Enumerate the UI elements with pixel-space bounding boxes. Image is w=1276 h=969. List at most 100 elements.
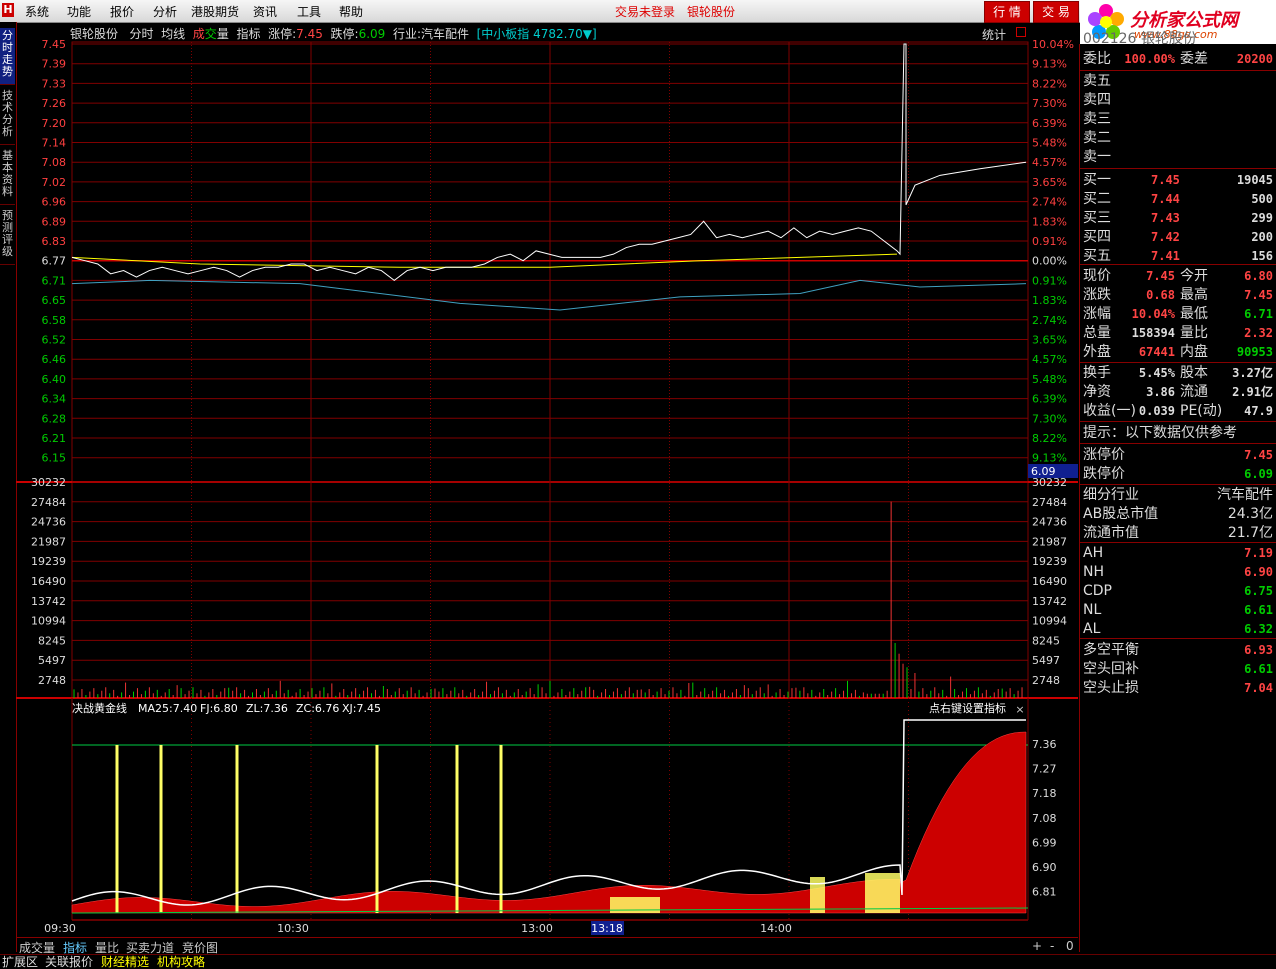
- pivot-row: AL 6.32: [1083, 620, 1275, 639]
- indicator-title-label: 决战黄金线: [72, 701, 127, 715]
- signal-spike: [115, 745, 119, 913]
- mode-intraday[interactable]: 分时: [129, 27, 153, 41]
- quote-row: 涨幅 10.04% 最低 6.71: [1083, 305, 1275, 324]
- tab-intraday[interactable]: 分时走势: [0, 28, 15, 85]
- panel-value: 7.19: [1244, 546, 1273, 560]
- limit-up-value: 7.45: [296, 27, 323, 41]
- trade-button[interactable]: 交 易: [1033, 1, 1079, 23]
- panel-value: 卖三: [1083, 111, 1111, 127]
- info-stock-name: 银轮股份: [70, 27, 119, 41]
- panel-separator: [1080, 484, 1276, 485]
- expand-icon[interactable]: [1016, 27, 1026, 37]
- panel-value: 6.90: [1244, 565, 1273, 579]
- sell-level-row: 卖一: [1083, 148, 1275, 167]
- tab-fundamentals[interactable]: 基本资料: [0, 148, 15, 205]
- stats-button[interactable]: 统计: [982, 26, 1006, 43]
- status-institution[interactable]: 机构攻略: [157, 955, 205, 969]
- close-indicator-icon[interactable]: ×: [1015, 703, 1024, 716]
- vol-tick-right: 16490: [1032, 575, 1067, 588]
- status-ext-area[interactable]: 扩展区: [2, 955, 38, 969]
- pct-tick-right: 9.13%: [1032, 58, 1067, 71]
- panel-value: 委差: [1180, 51, 1208, 67]
- panel-value: 买一: [1083, 172, 1111, 188]
- mode-volume-part3: 量: [216, 27, 229, 41]
- pct-tick-right: 2.74%: [1032, 196, 1067, 209]
- price-tick-left: 6.96: [42, 196, 67, 209]
- panel-value: 最高: [1180, 287, 1208, 303]
- price-tick-left: 7.08: [42, 156, 67, 169]
- menu-tools[interactable]: 工具: [297, 3, 321, 20]
- quote-button[interactable]: 行 情: [984, 1, 1030, 23]
- limit-down-value: 6.09: [358, 27, 386, 41]
- signal-spike: [499, 745, 503, 913]
- menu-news[interactable]: 资讯: [253, 3, 277, 20]
- sell-level-row: 卖二: [1083, 129, 1275, 148]
- panel-value: 19045: [1236, 173, 1273, 187]
- quote-row: 现价 7.45 今开 6.80: [1083, 267, 1275, 286]
- panel-separator: [1080, 443, 1276, 444]
- menu-function[interactable]: 功能: [67, 3, 91, 20]
- panel-value: AH: [1083, 545, 1104, 561]
- indicator-tick: 6.99: [1032, 836, 1057, 849]
- fundamental-row: 收益(一) 0.039 PE(动) 47.9: [1083, 402, 1275, 421]
- status-finance-news[interactable]: 财经精选: [101, 955, 149, 969]
- menu-system[interactable]: 系统: [25, 3, 49, 20]
- price-tick-left: 6.34: [42, 393, 67, 406]
- limit-price-row: 跌停价 6.09: [1083, 465, 1275, 484]
- panel-value: 5.45%: [1138, 366, 1175, 380]
- tab-rating[interactable]: 预测评级: [0, 208, 15, 265]
- pct-tick-right: 7.30%: [1032, 412, 1067, 425]
- panel-separator: [1080, 638, 1276, 639]
- panel-value: 299: [1251, 211, 1273, 225]
- panel-value: 跌停价: [1083, 466, 1125, 482]
- pct-tick-right: 8.22%: [1032, 432, 1067, 445]
- menu-analysis[interactable]: 分析: [153, 3, 177, 20]
- index-quote[interactable]: [中小板指 4782.70▼]: [477, 27, 597, 41]
- panel-value: 7.45: [1244, 288, 1273, 302]
- price-tick-left: 6.77: [42, 255, 67, 268]
- reset-button[interactable]: 0: [1066, 939, 1074, 953]
- menu-help[interactable]: 帮助: [339, 3, 363, 20]
- time-tick: 10:30: [277, 922, 309, 935]
- zoom-in-button[interactable]: +: [1032, 939, 1042, 953]
- mode-volume[interactable]: 成交量: [193, 27, 229, 41]
- chart-bottom-tabs: 成交量 指标 量比 买卖力道 竞价图 + - 0: [16, 937, 1078, 955]
- time-tick: 09:30: [44, 922, 76, 935]
- panel-value: 24.3亿: [1227, 506, 1273, 522]
- tab-technical[interactable]: 技术分析: [0, 88, 15, 145]
- vol-tick-right: 24736: [1032, 516, 1067, 529]
- indicator-tick: 7.36: [1032, 738, 1057, 751]
- vol-tick-left: 16490: [31, 575, 66, 588]
- zoom-out-button[interactable]: -: [1050, 939, 1054, 953]
- panel-value: 卖二: [1083, 130, 1111, 146]
- pct-tick-right: 6.39%: [1032, 117, 1067, 130]
- indicator-tick: 6.81: [1032, 886, 1057, 899]
- price-tick-left: 7.14: [42, 137, 67, 150]
- signal-block: [810, 877, 825, 913]
- mode-indicator[interactable]: 指标: [236, 27, 260, 41]
- pct-tick-right: 1.83%: [1032, 215, 1067, 228]
- panel-value: 总量: [1083, 325, 1111, 341]
- panel-value: 卖四: [1083, 92, 1111, 108]
- status-linked-quote[interactable]: 关联报价: [45, 955, 93, 969]
- panel-value: 200: [1251, 230, 1273, 244]
- login-status[interactable]: 交易未登录: [615, 3, 675, 20]
- menu-quote[interactable]: 报价: [110, 3, 134, 20]
- price-tick-left: 6.58: [42, 314, 67, 327]
- vol-tick-right: 19239: [1032, 555, 1067, 568]
- sell-level-row: 卖三: [1083, 110, 1275, 129]
- panel-value: 买三: [1083, 210, 1111, 226]
- intraday-chart[interactable]: 7.45 10.04% 7.39 9.13% 7.33 8.22% 7.26 7.30% 7.2…: [16, 22, 1078, 937]
- panel-value: 7.45: [1244, 448, 1273, 462]
- vol-tick-left: 5497: [38, 654, 66, 667]
- mode-avg-line[interactable]: 均线: [161, 27, 185, 41]
- panel-value: 买五: [1083, 248, 1111, 264]
- menu-hk-futures[interactable]: 港股期货: [191, 3, 239, 20]
- panel-value: 现价: [1083, 268, 1111, 284]
- indicator-zc-label: ZC:6.76: [296, 702, 339, 715]
- panel-value: 0.68: [1146, 288, 1175, 302]
- panel-value: 涨跌: [1083, 287, 1111, 303]
- indicator-settings-hint[interactable]: 点右键设置指标: [929, 701, 1006, 715]
- limit-price-row: 涨停价 7.45: [1083, 446, 1275, 465]
- panel-value: 买二: [1083, 191, 1111, 207]
